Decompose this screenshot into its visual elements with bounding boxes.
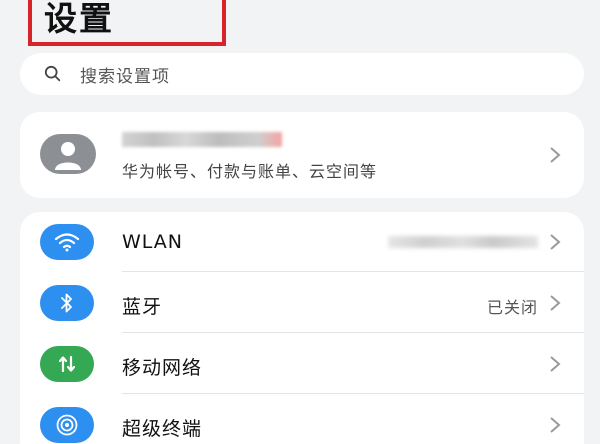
bluetooth-icon [40,285,94,321]
settings-row-label: 移动网络 [122,357,203,379]
settings-row-label: WLAN [122,231,184,253]
settings-row-mobile-network[interactable]: 移动网络 [20,334,584,394]
chevron-right-icon [550,295,561,311]
wlan-network-name-redacted [388,236,538,248]
avatar-icon [40,134,96,174]
divider [122,271,584,272]
account-subtitle: 华为帐号、付款与账单、云空间等 [122,162,378,181]
chevron-right-icon [550,147,561,163]
settings-row-bluetooth[interactable]: 蓝牙 已关闭 [20,273,584,333]
account-name-redacted [122,132,282,147]
title-highlight-box: 设置 [28,0,226,46]
wifi-icon [40,224,94,260]
page-title: 设置 [44,0,114,38]
chevron-right-icon [550,356,561,372]
settings-row-wlan[interactable]: WLAN [20,212,584,272]
bluetooth-status: 已关闭 [486,298,538,317]
chevron-right-icon [550,417,561,433]
divider [122,393,584,394]
account-card[interactable]: 华为帐号、付款与账单、云空间等 [20,112,584,198]
search-bar[interactable]: 搜索设置项 [20,53,584,95]
divider [122,332,584,333]
settings-row-label: 超级终端 [122,418,203,440]
mobile-network-icon [40,346,94,382]
chevron-right-icon [550,234,561,250]
search-icon [44,65,61,82]
settings-row-label: 蓝牙 [122,296,163,318]
search-placeholder: 搜索设置项 [80,66,170,87]
connectivity-card: WLAN 蓝牙 已关闭 移动网络 超级终端 [20,212,584,444]
super-device-icon [40,407,94,443]
settings-row-super-device[interactable]: 超级终端 [20,395,584,444]
